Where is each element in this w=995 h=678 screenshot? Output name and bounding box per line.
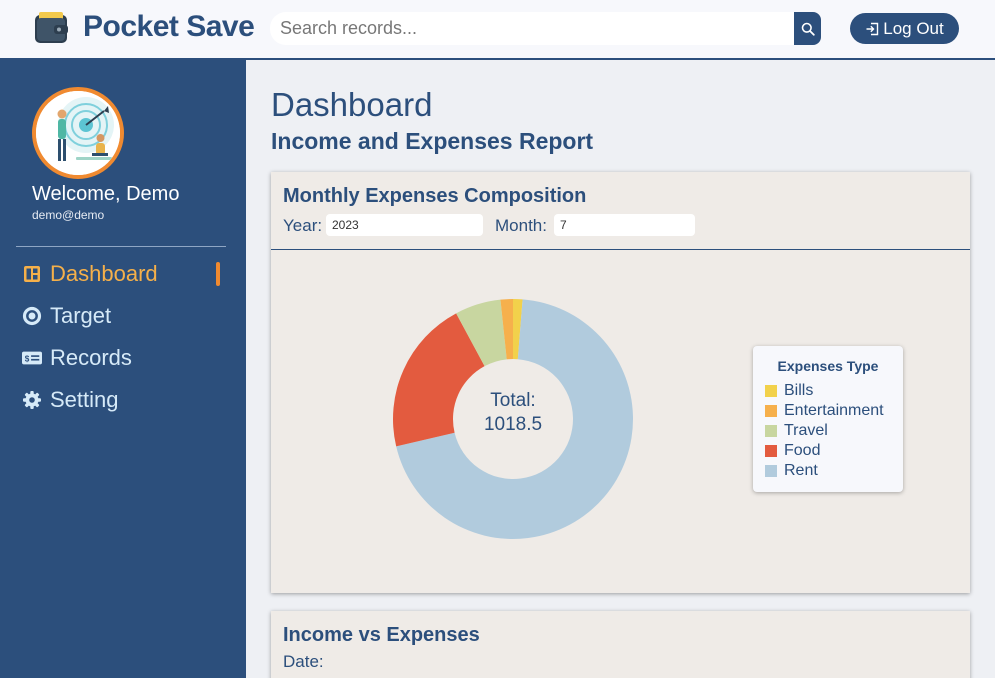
- expenses-composition-card: Monthly Expenses Composition Year: Month…: [271, 172, 970, 593]
- legend-item-bills[interactable]: Bills: [765, 381, 813, 401]
- income-vs-expenses-card: Income vs Expenses Date:: [271, 611, 970, 678]
- legend-swatch: [765, 445, 777, 457]
- chart-legend: Expenses Type Bills Entertainment Travel Fo…: [753, 346, 903, 492]
- search-icon: [801, 22, 815, 36]
- page-subtitle: Income and Expenses Report: [271, 128, 594, 154]
- sidebar-item-dashboard[interactable]: Dashboard: [22, 259, 158, 289]
- legend-label: Bills: [784, 382, 814, 399]
- legend-swatch: [765, 405, 777, 417]
- logout-label: Log Out: [883, 18, 944, 38]
- top-bar: Pocket Save Log Out: [0, 0, 995, 60]
- sidebar-divider: [16, 246, 226, 247]
- avatar-illustration: [36, 91, 120, 175]
- card-title: Monthly Expenses Composition: [283, 185, 587, 207]
- records-icon: $: [22, 348, 42, 368]
- wallet-logo-icon: [34, 11, 70, 45]
- sidebar-item-label: Setting: [50, 387, 119, 412]
- legend-label: Rent: [784, 462, 818, 479]
- sidebar-item-records[interactable]: $ Records: [22, 343, 132, 373]
- sidebar-item-label: Records: [50, 345, 132, 370]
- legend-label: Entertainment: [784, 402, 884, 419]
- date-label: Date:: [283, 652, 324, 671]
- avatar: [32, 87, 124, 179]
- app-title: Pocket Save: [83, 10, 255, 43]
- gear-icon: [22, 390, 42, 410]
- sidebar: Welcome, Demo demo@demo Dashboard Target: [0, 60, 246, 678]
- sidebar-item-target[interactable]: Target: [22, 301, 111, 331]
- user-email: demo@demo: [32, 208, 105, 222]
- legend-title: Expenses Type: [777, 358, 879, 374]
- legend-item-rent[interactable]: Rent: [765, 461, 818, 481]
- legend-item-entertainment[interactable]: Entertainment: [765, 401, 884, 421]
- total-value: 1018.5: [483, 414, 543, 435]
- legend-swatch: [765, 385, 777, 397]
- card-title: Income vs Expenses: [283, 624, 480, 646]
- svg-text:$: $: [25, 355, 30, 364]
- sidebar-item-setting[interactable]: Setting: [22, 385, 119, 415]
- year-label: Year:: [283, 216, 323, 235]
- total-label: Total:: [490, 390, 536, 411]
- chart-total: Total: 1018.5: [463, 389, 563, 437]
- logout-button[interactable]: Log Out: [850, 13, 959, 44]
- legend-swatch: [765, 425, 777, 437]
- legend-item-food[interactable]: Food: [765, 441, 820, 461]
- card-divider: [271, 249, 970, 250]
- dashboard-icon: [22, 264, 42, 284]
- logout-icon: [866, 22, 879, 35]
- year-input[interactable]: [326, 214, 483, 236]
- search-input[interactable]: [270, 12, 796, 45]
- search-button[interactable]: [794, 12, 821, 45]
- legend-swatch: [765, 465, 777, 477]
- legend-label: Travel: [784, 422, 828, 439]
- legend-label: Food: [784, 442, 821, 459]
- active-indicator: [216, 262, 220, 286]
- legend-item-travel[interactable]: Travel: [765, 421, 828, 441]
- month-input[interactable]: [554, 214, 695, 236]
- welcome-text: Welcome, Demo: [32, 183, 180, 205]
- sidebar-item-label: Target: [50, 303, 112, 328]
- page-title: Dashboard: [271, 86, 433, 123]
- target-icon: [22, 306, 42, 326]
- month-label: Month:: [495, 216, 547, 235]
- sidebar-item-label: Dashboard: [50, 261, 158, 286]
